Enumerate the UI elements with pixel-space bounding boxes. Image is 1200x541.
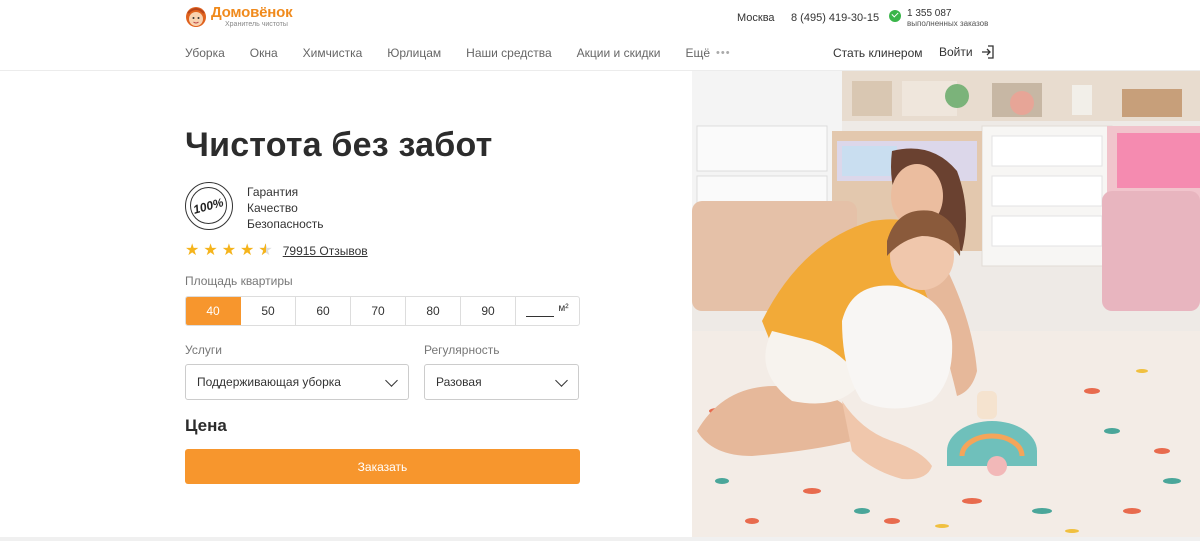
area-option-70[interactable]: 70 — [351, 297, 406, 325]
nav-item-cleaning[interactable]: Уборка — [185, 46, 225, 60]
logo-name: Домовёнок — [211, 4, 293, 21]
orders-label: выполненных заказов — [907, 19, 989, 28]
logo-tagline: Хранитель чистоты — [225, 21, 288, 28]
become-cleaner-link[interactable]: Стать клинером — [833, 46, 923, 60]
area-option-40[interactable]: 40 — [186, 297, 241, 325]
city-selector[interactable]: Москва — [737, 12, 775, 24]
nav-item-dry-cleaning[interactable]: Химчистка — [303, 46, 363, 60]
area-label: Площадь квартиры — [185, 274, 293, 288]
star-icon: ★ — [203, 242, 218, 259]
services-label: Услуги — [185, 343, 222, 357]
top-bar: Домовёнок Хранитель чистоты Москва 8 (49… — [0, 0, 1200, 36]
logo[interactable]: Домовёнок Хранитель чистоты — [185, 4, 293, 29]
login-label: Войти — [939, 45, 973, 59]
area-custom-field[interactable] — [526, 305, 555, 317]
hero-illustration — [692, 71, 1200, 537]
hero-photo — [692, 71, 1200, 537]
more-dots-icon: ••• — [716, 47, 731, 59]
mascot-logo-icon — [186, 7, 206, 27]
check-icon — [889, 10, 901, 22]
area-selector: 40 50 60 70 80 90 м² — [185, 296, 580, 326]
order-button[interactable]: Заказать — [185, 449, 580, 484]
area-option-50[interactable]: 50 — [241, 297, 296, 325]
area-option-90[interactable]: 90 — [461, 297, 516, 325]
chevron-down-icon — [555, 374, 568, 387]
phone-number[interactable]: 8 (495) 419-30-15 — [791, 12, 879, 24]
safety-item: Безопасность — [247, 217, 324, 231]
regularity-value: Разовая — [436, 375, 482, 389]
bottom-divider — [0, 537, 1200, 541]
nav-more-label: Ещё — [685, 46, 711, 60]
regularity-select[interactable]: Разовая — [424, 364, 579, 400]
orders-counter: 1 355 087 выполненных заказов — [889, 8, 988, 29]
price-label: Цена — [185, 416, 227, 435]
orders-count: 1 355 087 — [907, 8, 952, 19]
reviews-link[interactable]: 79915 Отзывов — [283, 244, 368, 258]
chevron-down-icon — [385, 374, 398, 387]
star-icon: ★ — [221, 242, 237, 259]
nav-item-promotions[interactable]: Акции и скидки — [577, 46, 661, 60]
services-select[interactable]: Поддерживающая уборка — [185, 364, 409, 400]
main-nav: Уборка Окна Химчистка Юрлицам Наши средс… — [185, 46, 756, 60]
login-button[interactable]: Войти — [939, 45, 995, 59]
area-unit: м² — [558, 302, 569, 314]
regularity-label: Регулярность — [424, 343, 500, 357]
nav-item-products[interactable]: Наши средства — [466, 46, 552, 60]
area-option-80[interactable]: 80 — [406, 297, 461, 325]
guarantees-list: Гарантия Качество Безопасность — [247, 184, 324, 232]
login-arrow-icon — [981, 45, 994, 59]
nav-item-windows[interactable]: Окна — [250, 46, 278, 60]
star-icon: ★ — [240, 242, 255, 259]
rating: ★ ★ ★ ★ ★ ★ 79915 Отзывов — [185, 243, 368, 259]
nav-item-business[interactable]: Юрлицам — [387, 46, 441, 60]
area-custom-input[interactable]: м² — [516, 297, 579, 325]
area-option-60[interactable]: 60 — [296, 297, 351, 325]
guarantee-badge-icon: 100% — [185, 182, 233, 230]
nav-item-more[interactable]: Ещё ••• — [685, 46, 730, 60]
half-star-icon: ★ ★ — [258, 242, 273, 259]
star-icon: ★ — [185, 242, 200, 259]
services-value: Поддерживающая уборка — [197, 375, 341, 389]
page-title: Чистота без забот — [185, 126, 493, 164]
guarantee-item: Гарантия — [247, 185, 299, 199]
badge-text: 100% — [191, 194, 226, 217]
quality-item: Качество — [247, 201, 298, 215]
